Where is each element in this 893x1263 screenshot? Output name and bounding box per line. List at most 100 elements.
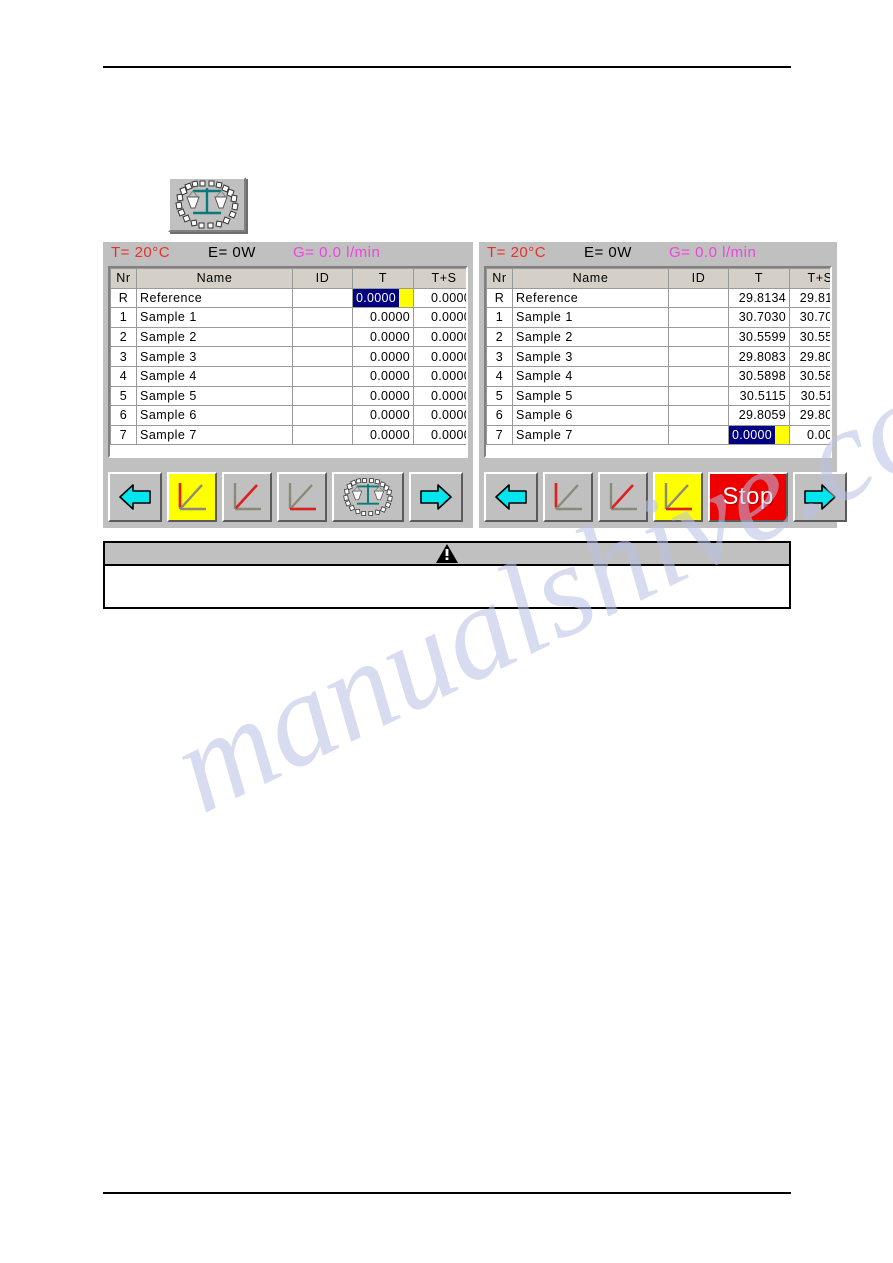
cell-id[interactable] [668, 346, 729, 367]
cell-ts[interactable]: 0.0000 [789, 424, 830, 446]
cell-id[interactable] [668, 287, 729, 309]
cell-id[interactable] [668, 405, 729, 426]
cell-name[interactable]: Reference [136, 287, 293, 309]
cell-name[interactable]: Sample 4 [136, 365, 293, 387]
cell-name[interactable]: Reference [512, 287, 669, 309]
sample-table-frame: Nr Name ID T T+S RReference 29.813429.813… [484, 266, 832, 458]
previous-button[interactable] [484, 472, 538, 522]
cell-name[interactable]: Sample 6 [512, 405, 669, 426]
cell-ts[interactable]: 30.5599 [789, 326, 830, 348]
cell-t[interactable]: 30.7030 [728, 307, 790, 328]
cell-name[interactable]: Sample 5 [136, 385, 293, 407]
cell-id[interactable] [668, 326, 729, 348]
warning-box-header [105, 543, 789, 566]
cell-id[interactable] [292, 326, 353, 348]
table-row[interactable]: 7Sample 70.00000.0000 [110, 424, 466, 446]
graph-mode-rising-button[interactable] [222, 472, 272, 522]
table-row[interactable]: 3 Sample 3 0.0000 0.0000 [110, 346, 466, 367]
cell-ts[interactable]: 30.5898 [789, 365, 830, 387]
cell-name[interactable]: Sample 2 [136, 326, 293, 348]
cell-name[interactable]: Sample 1 [512, 307, 669, 328]
table-row[interactable]: 7Sample 70.00000.0000 [486, 424, 830, 446]
cell-name[interactable]: Sample 1 [136, 307, 293, 328]
cell-id[interactable] [668, 365, 729, 387]
cell-id[interactable] [668, 307, 729, 328]
cell-ts[interactable]: 29.8083 [789, 346, 830, 367]
cell-t[interactable]: 29.8134 [728, 287, 790, 309]
cell-ts[interactable]: 30.5115 [789, 385, 830, 407]
graph-mode-flat-button[interactable] [277, 472, 327, 522]
cell-ts[interactable]: 0.0000 [413, 365, 466, 387]
cell-t[interactable]: 0.0000 [352, 307, 414, 328]
cell-id[interactable] [292, 346, 353, 367]
table-row[interactable]: 2 Sample 2 0.0000 0.0000 [110, 326, 466, 348]
graph-mode-flat-button[interactable] [653, 472, 703, 522]
cell-ts[interactable]: 0.0000 [413, 424, 466, 446]
table-row[interactable]: 4Sample 4 30.589830.5898 [486, 365, 830, 387]
stop-button[interactable]: Stop [708, 472, 788, 522]
next-button[interactable] [793, 472, 847, 522]
cell-ts[interactable]: 30.7030 [789, 307, 830, 328]
cell-name[interactable]: Sample 3 [136, 346, 293, 367]
graph-mode-falling-button[interactable] [543, 472, 593, 522]
cell-t[interactable]: 0.0000 [352, 405, 414, 426]
previous-button[interactable] [108, 472, 162, 522]
cell-t[interactable]: 29.8059 [728, 405, 790, 426]
cell-t[interactable]: 29.8083 [728, 346, 790, 367]
next-button[interactable] [409, 472, 463, 522]
cell-nr: 1 [110, 307, 137, 328]
cell-id[interactable] [292, 424, 353, 446]
cell-ts[interactable]: 0.0000 [413, 287, 466, 309]
graph-mode-rising-button[interactable] [598, 472, 648, 522]
cell-id[interactable] [668, 424, 729, 446]
cell-name[interactable]: Sample 5 [512, 385, 669, 407]
table-row[interactable]: 6Sample 6 29.805929.8059 [486, 405, 830, 426]
table-row[interactable]: R Reference 0.0000 0.0000 [110, 287, 466, 309]
cell-t[interactable]: 0.0000 [352, 346, 414, 367]
cell-name[interactable]: Sample 2 [512, 326, 669, 348]
graph-mode-falling-button[interactable] [167, 472, 217, 522]
table-row[interactable]: 6 Sample 6 0.0000 0.0000 [110, 405, 466, 426]
watermark: manualshive.com [0, 0, 893, 1263]
cell-nr: R [486, 287, 513, 309]
warning-box [103, 541, 791, 609]
cell-id[interactable] [292, 307, 353, 328]
cell-ts[interactable]: 0.0000 [413, 385, 466, 407]
cell-ts[interactable]: 29.8059 [789, 405, 830, 426]
cell-name[interactable]: Sample 6 [136, 405, 293, 426]
cell-name[interactable]: Sample 7 [136, 424, 293, 446]
cell-t[interactable]: 0.0000 [352, 365, 414, 387]
cell-t[interactable]: 0.0000 [352, 287, 414, 309]
cell-name[interactable]: Sample 3 [512, 346, 669, 367]
cell-t[interactable]: 30.5898 [728, 365, 790, 387]
cell-ts[interactable]: 0.0000 [413, 326, 466, 348]
column-header-t: T [728, 268, 790, 289]
cell-t[interactable]: 0.0000 [352, 424, 414, 446]
cell-ts[interactable]: 0.0000 [413, 405, 466, 426]
table-row[interactable]: 1 Sample 1 0.0000 0.0000 [110, 307, 466, 328]
cell-t[interactable]: 30.5115 [728, 385, 790, 407]
cell-id[interactable] [292, 365, 353, 387]
cell-id[interactable] [668, 385, 729, 407]
cell-name[interactable]: Sample 7 [512, 424, 669, 446]
cell-ts[interactable]: 29.8134 [789, 287, 830, 309]
table-row[interactable]: 3Sample 3 29.808329.8083 [486, 346, 830, 367]
table-row[interactable]: RReference 29.813429.8134 [486, 287, 830, 309]
cell-name[interactable]: Sample 4 [512, 365, 669, 387]
table-row[interactable]: 4 Sample 4 0.0000 0.0000 [110, 365, 466, 387]
cell-ts[interactable]: 0.0000 [413, 346, 466, 367]
cell-id[interactable] [292, 287, 353, 309]
table-row[interactable]: 5Sample 5 30.511530.5115 [486, 385, 830, 407]
cell-ts[interactable]: 0.0000 [413, 307, 466, 328]
cell-t[interactable]: 0.0000 [352, 326, 414, 348]
table-header-row: Nr Name ID T T+S [110, 268, 466, 289]
dental-arch-button[interactable] [332, 472, 404, 522]
table-row[interactable]: 1Sample 1 30.703030.7030 [486, 307, 830, 328]
cell-t[interactable]: 0.0000 [352, 385, 414, 407]
cell-id[interactable] [292, 385, 353, 407]
table-row[interactable]: 2Sample 2 30.559930.5599 [486, 326, 830, 348]
cell-t[interactable]: 30.5599 [728, 326, 790, 348]
cell-t[interactable]: 0.0000 [728, 424, 790, 446]
table-row[interactable]: 5 Sample 5 0.0000 0.0000 [110, 385, 466, 407]
cell-id[interactable] [292, 405, 353, 426]
